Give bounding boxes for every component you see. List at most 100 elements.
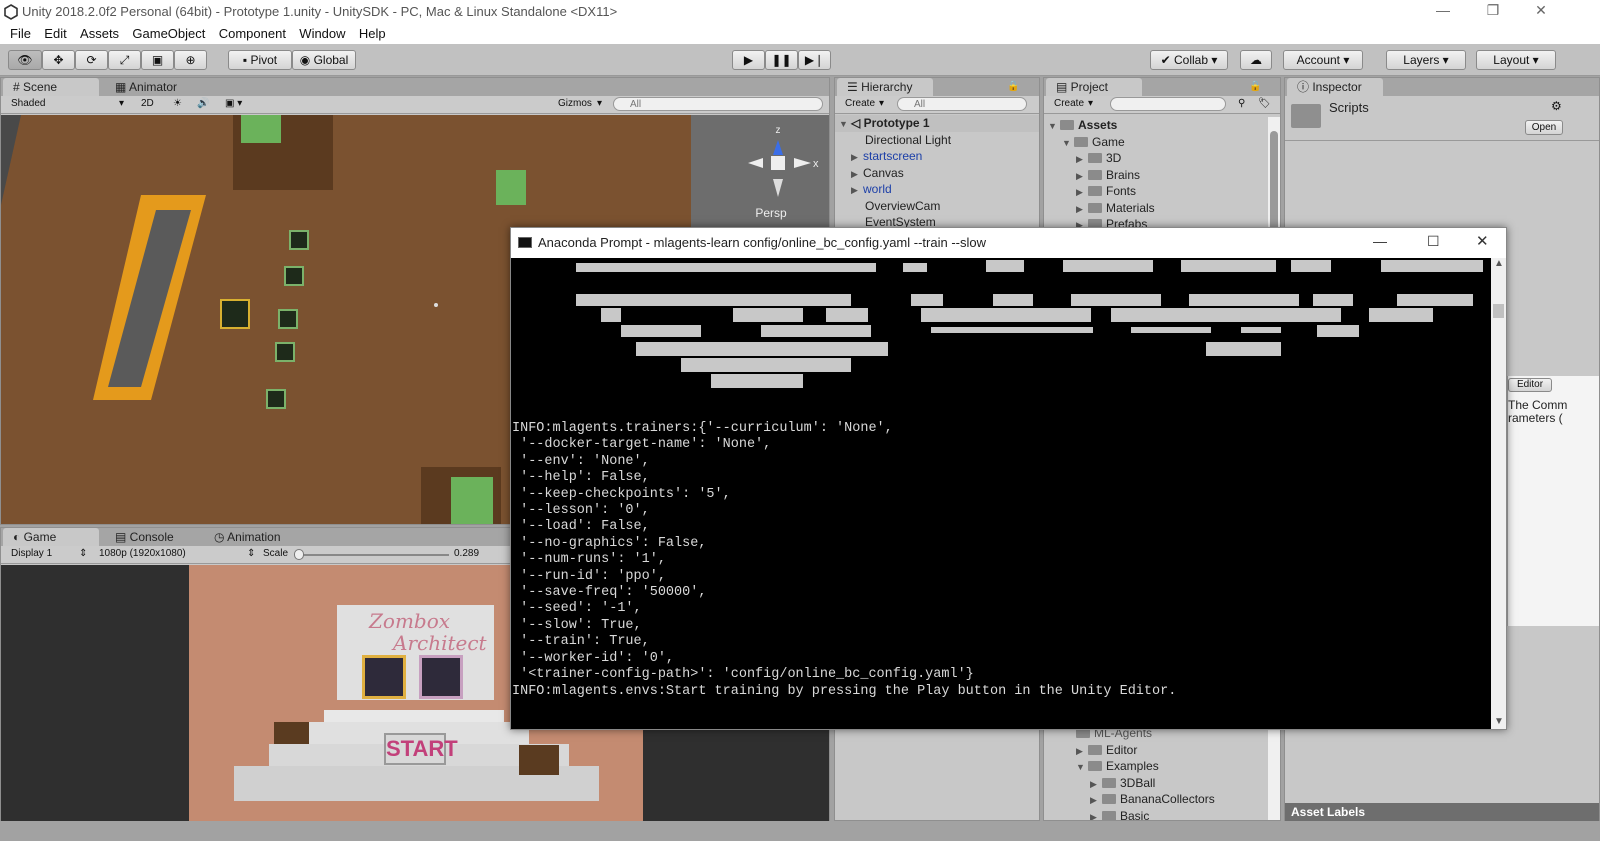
scroll-down-icon[interactable]: ▼: [1494, 716, 1504, 727]
shading-dropdown[interactable]: Shaded: [11, 96, 45, 112]
hierarchy-item-overviewcam[interactable]: OverviewCam: [835, 198, 1039, 215]
start-button[interactable]: START: [384, 733, 458, 765]
lock-icon[interactable]: 🔒: [1007, 79, 1019, 95]
console-close-button[interactable]: ✕: [1476, 232, 1489, 250]
effects-icon[interactable]: ▣ ▾: [225, 96, 242, 112]
tab-hierarchy[interactable]: ☰ Hierarchy: [837, 78, 933, 96]
global-toggle[interactable]: ◉ Global: [292, 50, 356, 70]
project-item-basic[interactable]: ▶ Basic: [1044, 808, 1266, 821]
scale-icon: ⤢: [119, 53, 130, 67]
menu-file[interactable]: File: [10, 24, 31, 44]
hierarchy-create-dropdown[interactable]: Create: [845, 96, 875, 112]
console-line: '--run-id': 'ppo',: [512, 568, 666, 584]
hierarchy-item-startscreen[interactable]: ▶ startscreen: [835, 148, 1039, 165]
project-item-game[interactable]: ▼ Game: [1044, 134, 1266, 151]
check-icon: ✔: [1160, 53, 1174, 67]
gizmos-dropdown[interactable]: Gizmos: [558, 96, 592, 112]
console-line: '--docker-target-name': 'None',: [512, 437, 772, 453]
project-item-bananacollectors[interactable]: ▶ BananaCollectors: [1044, 791, 1266, 808]
account-dropdown[interactable]: Account ▾: [1283, 50, 1363, 70]
console-scroll-thumb[interactable]: [1493, 304, 1504, 318]
scroll-up-icon[interactable]: ▲: [1494, 258, 1504, 269]
anaconda-prompt-window[interactable]: Anaconda Prompt - mlagents-learn config/…: [510, 227, 1507, 730]
menu-window[interactable]: Window: [299, 24, 345, 44]
rotate-tool-button[interactable]: ⟳: [75, 50, 108, 70]
move-tool-button[interactable]: ✥: [42, 50, 75, 70]
project-lock-icon[interactable]: 🔒: [1249, 79, 1261, 95]
project-search-input[interactable]: [1110, 97, 1226, 111]
maximize-button[interactable]: ❐: [1470, 2, 1516, 22]
tab-console-label: Console: [129, 530, 174, 544]
tab-scene[interactable]: # Scene: [3, 78, 99, 96]
view-tool-button[interactable]: 👁: [8, 50, 42, 70]
tab-project[interactable]: ▤ Project: [1046, 78, 1142, 96]
menu-help[interactable]: Help: [359, 24, 386, 44]
menu-component[interactable]: Component: [219, 24, 286, 44]
project-item-3dball[interactable]: ▶ 3DBall: [1044, 775, 1266, 792]
scale-slider-thumb[interactable]: [294, 549, 304, 560]
collapsed-arrow-icon: ▶: [1090, 811, 1097, 821]
tab-project-label: Project: [1070, 80, 1109, 94]
crate-2: [496, 170, 526, 205]
project-item-assets[interactable]: ▼ Assets: [1044, 117, 1266, 134]
menu-edit[interactable]: Edit: [44, 24, 66, 44]
lighting-icon[interactable]: ☀: [173, 96, 182, 112]
transform-tool-button[interactable]: ⊕: [174, 50, 207, 70]
project-item-materials[interactable]: ▶ Materials: [1044, 200, 1266, 217]
hierarchy-item-canvas[interactable]: ▶ Canvas: [835, 165, 1039, 182]
tab-animation[interactable]: ◷ Animation: [204, 528, 291, 546]
collab-dropdown[interactable]: ✔ Collab ▾: [1150, 50, 1228, 70]
open-button[interactable]: Open: [1525, 120, 1563, 135]
layout-dropdown[interactable]: Layout ▾: [1476, 50, 1556, 70]
rect-tool-button[interactable]: ▣: [141, 50, 174, 70]
tab-console[interactable]: ▤ Console: [105, 528, 184, 546]
project-item-editor[interactable]: ▶ Editor: [1044, 742, 1266, 759]
console-minimize-button[interactable]: —: [1373, 233, 1387, 249]
scene-root-item[interactable]: ▼ ◁ Prototype 1: [835, 115, 1039, 132]
axis-z-label: z: [776, 125, 781, 136]
project-item-3d[interactable]: ▶ 3D: [1044, 150, 1266, 167]
inspector-settings-icon[interactable]: ⚙: [1551, 99, 1562, 113]
step-button[interactable]: ▶❘: [798, 50, 831, 70]
scale-slider-track[interactable]: [299, 554, 449, 556]
project-scroll-thumb[interactable]: [1270, 131, 1278, 231]
close-button[interactable]: ✕: [1518, 2, 1564, 22]
hierarchy-item-directional-light[interactable]: Directional Light: [835, 132, 1039, 149]
scale-tool-button[interactable]: ⤢: [108, 50, 141, 70]
menu-assets[interactable]: Assets: [80, 24, 119, 44]
console-scrollbar[interactable]: ▲ ▼: [1491, 258, 1506, 729]
display-dropdown[interactable]: Display 1: [11, 546, 52, 562]
scene-root-label: Prototype 1: [863, 116, 930, 130]
folder-icon: [1102, 777, 1116, 788]
hierarchy-search-input[interactable]: [897, 97, 1027, 111]
crate-right: [519, 745, 559, 775]
project-create-dropdown[interactable]: Create: [1054, 96, 1084, 112]
logo-line-2: Architect: [393, 631, 487, 655]
tab-animator[interactable]: ▦ Animator: [105, 78, 187, 96]
filter-label-icon[interactable]: 🏷: [1258, 96, 1271, 112]
minimize-button[interactable]: —: [1420, 2, 1466, 22]
console-maximize-button[interactable]: ☐: [1427, 233, 1440, 250]
layers-dropdown[interactable]: Layers ▾: [1386, 50, 1466, 70]
tab-inspector[interactable]: ⓘ Inspector: [1287, 78, 1383, 96]
toggle-2d[interactable]: 2D: [141, 96, 154, 112]
pause-button[interactable]: ❚❚: [765, 50, 798, 70]
filter-type-icon[interactable]: ⚲: [1238, 96, 1245, 112]
audio-icon[interactable]: 🔊: [197, 96, 209, 112]
hierarchy-item-world[interactable]: ▶ world: [835, 181, 1039, 198]
play-button[interactable]: ▶: [732, 50, 765, 70]
project-item-fonts[interactable]: ▶ Fonts: [1044, 183, 1266, 200]
display-arrow-icon: ⇕: [79, 548, 88, 559]
collapsed-arrow-icon: ▶: [851, 152, 858, 162]
resolution-dropdown[interactable]: 1080p (1920x1080): [99, 546, 186, 562]
play-icon: ▶: [743, 53, 754, 67]
project-item-examples[interactable]: ▼ Examples: [1044, 758, 1266, 775]
tab-game[interactable]: ◐ Game: [3, 528, 99, 546]
zombie-2: [284, 266, 304, 286]
scene-search-input[interactable]: [613, 97, 823, 111]
project-item-brains[interactable]: ▶ Brains: [1044, 167, 1266, 184]
cloud-button[interactable]: ☁: [1240, 50, 1272, 70]
editor-dropdown[interactable]: Editor: [1508, 378, 1552, 392]
pivot-toggle[interactable]: ▪ Pivot: [228, 50, 292, 70]
menu-gameobject[interactable]: GameObject: [132, 24, 205, 44]
